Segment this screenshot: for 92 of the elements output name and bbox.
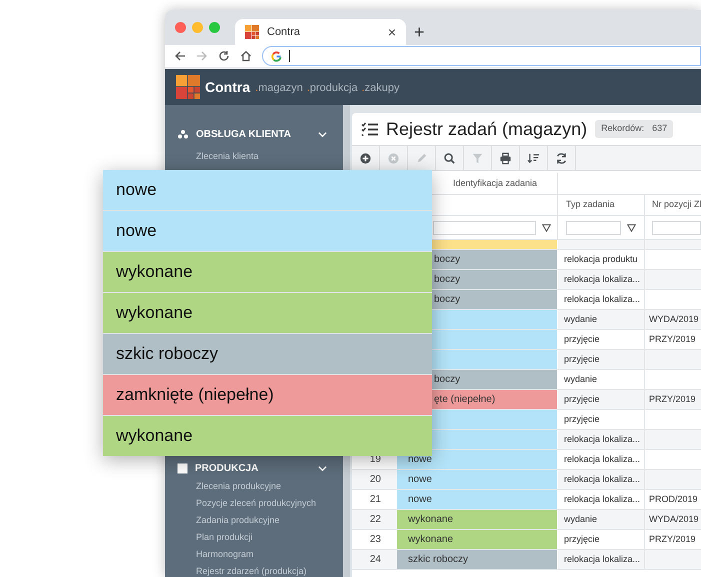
records-badge: Rekordów: 637 [595,120,674,138]
maximize-window-icon[interactable] [209,22,220,33]
status-cell: szkic roboczy [103,334,432,374]
home-icon[interactable] [240,50,252,62]
users-icon [177,128,189,140]
table-cell: relokacja lokaliza... [558,490,645,509]
logo-icon [176,75,200,99]
status-cell: wykonane [103,293,432,333]
column-header[interactable]: Nr pozycji Zl [652,198,701,212]
column-group-header: Identyfikacja zadania [452,176,537,190]
table-cell-text: PRZY/2019 [648,532,697,546]
table-cell: relokacja lokaliza... [558,270,645,289]
filter-icon[interactable] [627,224,636,232]
status-cell: nowe [397,450,558,469]
filter-icon[interactable] [542,224,551,232]
plus-circle-icon [359,152,372,164]
text-cursor [289,50,290,62]
address-field[interactable] [262,46,701,66]
reload-icon[interactable] [218,50,230,62]
module-link[interactable]: .zakupy [362,80,400,96]
table-cell-text: WYDA/2019 [648,512,700,526]
sidebar-section[interactable]: PRODUKCJA [165,460,343,476]
brand-name: Contra [205,78,250,96]
back-icon[interactable] [174,50,186,62]
x-circle-icon [387,152,400,164]
printer-icon [499,152,512,164]
chevron-icon [318,464,327,472]
status-cell: wykonane [397,530,558,549]
sidebar-item[interactable]: Pozycje zleceń produkcyjnych [165,495,343,512]
table-cell-text: PROD/2019 [648,492,699,506]
status-cell: szkic roboczy [397,550,558,569]
row-number: 21 [368,493,382,507]
table-cell: przyjęcie [558,530,645,549]
refresh-icon [555,152,568,164]
row-number: 22 [368,513,382,527]
table-cell: relokacja lokaliza... [558,290,645,309]
table-cell: wydanie [558,370,645,389]
sidebar-item[interactable]: Plan produkcji [165,529,343,546]
table-cell: wydanie [558,510,645,529]
table-cell: przyjęcie [558,390,645,409]
google-icon [271,50,282,62]
module-link[interactable]: .magazyn [255,80,303,96]
row-number: 20 [368,473,382,487]
funnel-icon [471,152,484,164]
minimize-window-icon[interactable] [192,22,203,33]
browser-tab[interactable]: Contra × [235,19,406,45]
chevron-icon [318,130,327,138]
table-cell: relokacja lokaliza... [558,470,645,489]
sidebar-item[interactable]: Zlecenia klienta [165,148,343,165]
status-cell: nowe [397,490,558,509]
sidebar-item[interactable]: Rejestr zdarzeń (produkcja) [165,563,343,577]
close-tab-button[interactable]: × [388,25,396,39]
status-cell: wykonane [103,252,432,292]
pencil-icon [415,152,428,164]
filter-field[interactable] [433,220,536,234]
filter-field[interactable] [566,220,621,234]
module-link[interactable]: .produkcja [306,80,358,96]
sidebar-item[interactable]: Zlecenia produkcyjne [165,478,343,495]
square-icon [177,462,188,474]
table-cell-text: PRZY/2019 [648,332,697,346]
page-title: Rejestr zadań (magazyn) [386,118,588,141]
status-cell: nowe [103,211,432,251]
table-cell: przyjęcie [558,330,645,349]
checklist-icon [361,122,378,136]
tab-title: Contra [267,24,302,40]
new-tab-button[interactable]: + [414,23,425,41]
table-cell-text: PRZY/2019 [648,392,697,406]
status-cell: nowe [103,170,432,210]
forward-icon[interactable] [196,50,208,62]
filter-field[interactable] [652,220,701,234]
table-cell-text: WYDA/2019 [648,312,700,326]
close-window-icon[interactable] [175,22,186,33]
row-number: 23 [368,533,382,547]
table-cell: przyjęcie [558,350,645,369]
search-icon [443,152,456,164]
sidebar-item[interactable]: Harmonogram [165,546,343,563]
row-number: 24 [368,553,382,567]
status-cell: wykonane [397,510,558,529]
table-cell: relokacja lokaliza... [558,550,645,569]
column-header[interactable]: Typ zadania [566,198,615,212]
table-cell: wydanie [558,310,645,329]
status-cell: wykonane [103,416,432,456]
table-cell: relokacja lokaliza... [558,430,645,449]
logo-icon [245,25,259,39]
table-cell: relokacja lokaliza... [558,450,645,469]
table-cell: relokacja produktu [558,250,645,269]
sidebar-section[interactable]: OBSŁUGA KLIENTA [165,124,343,144]
sidebar-item[interactable]: Zadania produkcyjne [165,512,343,529]
status-cell: zamknięte (niepełne) [103,375,432,415]
status-cell: nowe [397,470,558,489]
table-cell: przyjęcie [558,410,645,429]
sort-icon [527,152,540,164]
